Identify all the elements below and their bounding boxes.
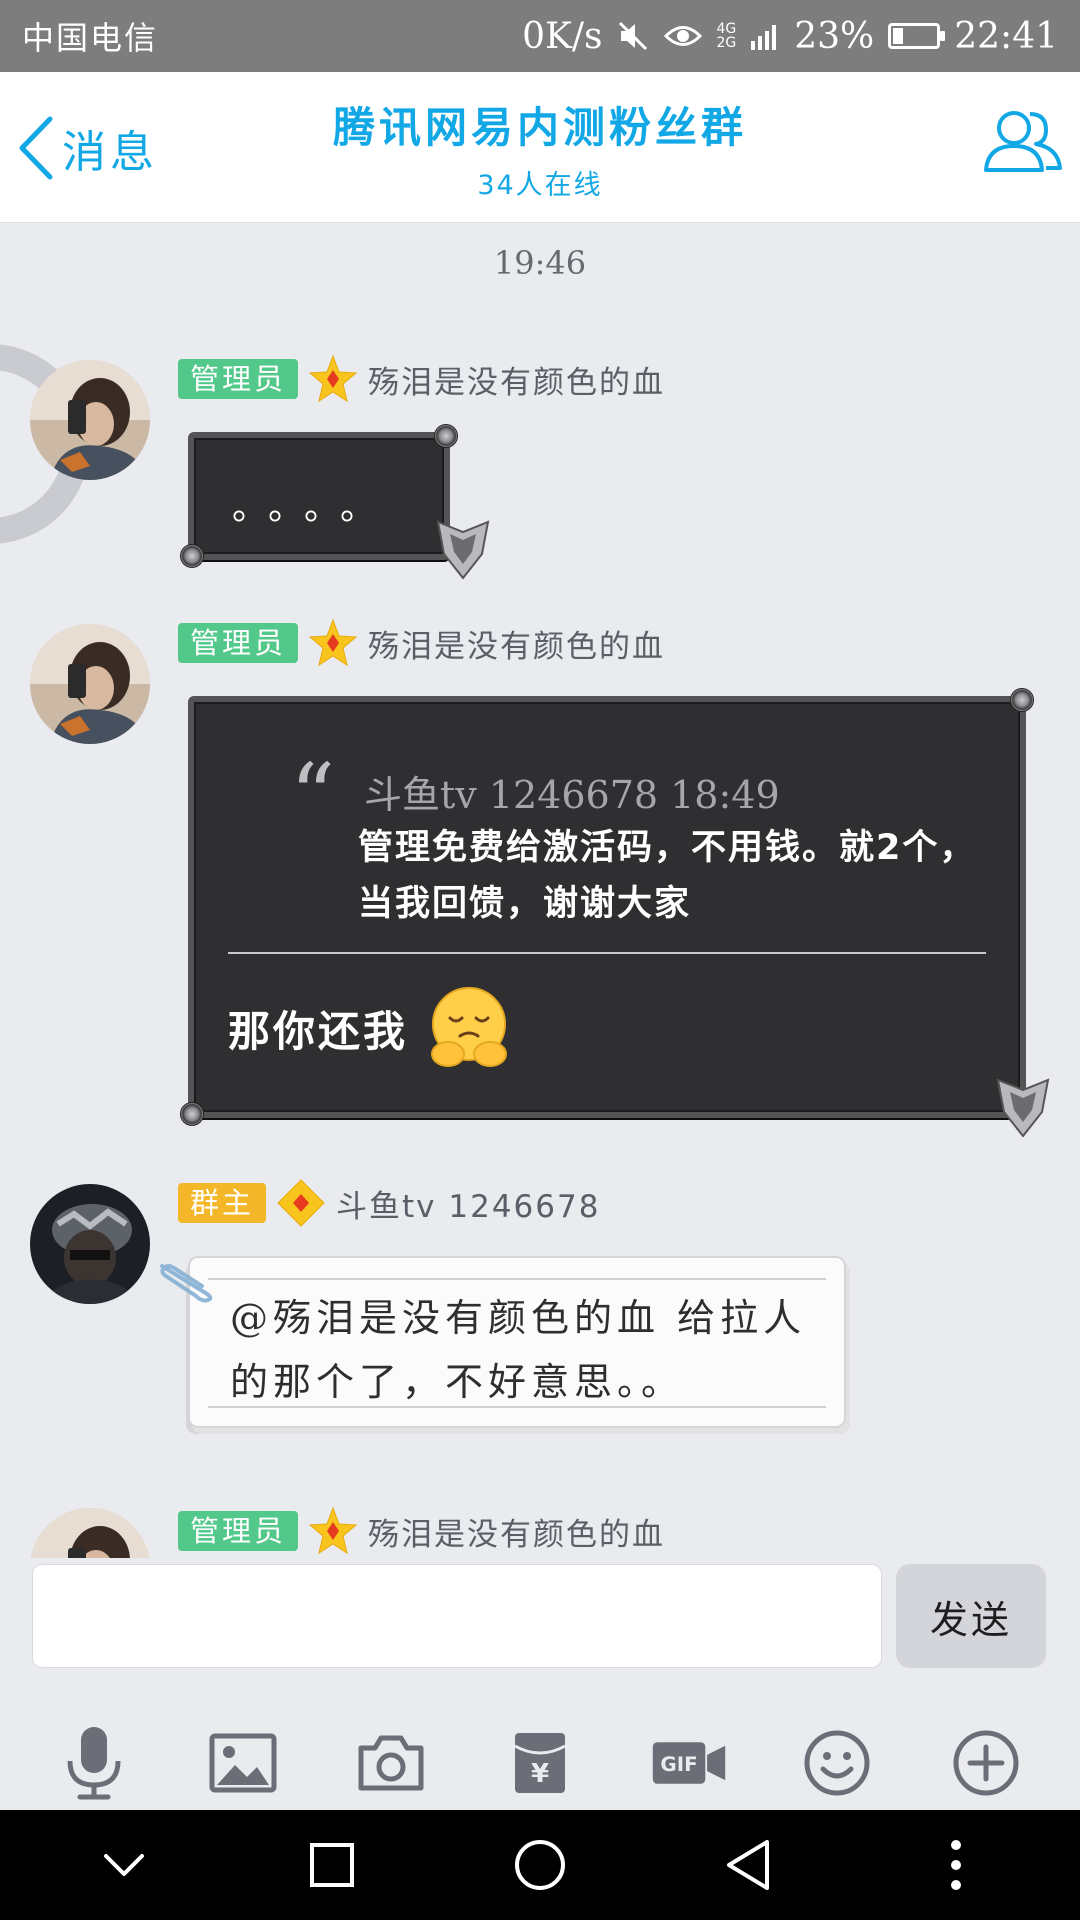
svg-text:¥: ¥ xyxy=(531,1759,549,1789)
back-icon xyxy=(727,1840,769,1890)
star-level-icon xyxy=(308,1506,358,1555)
image-icon xyxy=(209,1733,277,1793)
mute-icon xyxy=(616,19,650,53)
corner-rivet-icon xyxy=(180,544,204,568)
red-packet-button[interactable]: ¥ xyxy=(502,1725,578,1801)
sender-name: 殇泪是没有颜色的血 xyxy=(368,628,666,665)
message-header: 群主 斗鱼tv 1246678 xyxy=(178,1178,600,1228)
members-icon xyxy=(984,111,1062,172)
battery-percent: 23% xyxy=(794,15,875,57)
send-button[interactable]: 发送 xyxy=(896,1564,1046,1668)
gif-icon: GIF xyxy=(652,1742,725,1784)
quote-source: 斗鱼tv 1246678 18:49 xyxy=(364,773,780,817)
back-button[interactable]: 消息 xyxy=(14,108,158,188)
battery-icon: + xyxy=(888,20,946,49)
more-icon xyxy=(951,1840,961,1890)
decepticon-emblem-icon xyxy=(996,1078,1050,1138)
paper-line xyxy=(208,1278,826,1280)
admin-badge: 管理员 xyxy=(178,1511,299,1551)
admin-badge: 管理员 xyxy=(178,623,299,663)
divider xyxy=(228,952,986,954)
message-input[interactable] xyxy=(32,1564,882,1668)
sender-name: 殇泪是没有颜色的血 xyxy=(368,364,666,401)
corner-rivet-icon xyxy=(180,1102,204,1126)
signal-icon xyxy=(750,21,780,51)
quote-mark-icon: “ xyxy=(290,744,335,847)
red-packet-icon: ¥ xyxy=(514,1733,566,1793)
plus-icon xyxy=(953,1730,1019,1796)
chat-area[interactable]: 19:46 管理员 殇泪是没有颜色的血 。。。。 管理员 殇泪是没有颜色的血 “… xyxy=(0,222,1080,1558)
avatar[interactable] xyxy=(30,1508,150,1558)
admin-badge: 管理员 xyxy=(178,359,299,399)
microphone-icon xyxy=(67,1727,121,1800)
star-level-icon xyxy=(308,354,358,403)
carrier-label: 中国电信 xyxy=(22,19,159,57)
emoji-button[interactable] xyxy=(799,1725,875,1801)
home-button[interactable] xyxy=(500,1825,580,1905)
message-text: @殇泪是没有颜色的血 给拉人的那个了，不好意思。。 xyxy=(230,1296,807,1404)
camera-button[interactable] xyxy=(353,1725,429,1801)
status-bar: 中国电信 0K/s 4G 2G 23% + 22:41 xyxy=(0,0,1080,72)
image-button[interactable] xyxy=(205,1725,281,1801)
network-speed: 0K/s xyxy=(522,15,603,57)
reply-text: 那你还我 xyxy=(228,1007,409,1056)
paperclip-icon xyxy=(160,1264,213,1303)
message-text: 。。。。 xyxy=(232,487,395,528)
online-count: 34人在线 xyxy=(477,170,603,201)
input-toolbar: ¥ GIF xyxy=(0,1708,1080,1818)
recents-button[interactable] xyxy=(292,1825,372,1905)
voice-button[interactable] xyxy=(56,1725,132,1801)
message-header: 管理员 殇泪是没有颜色的血 xyxy=(178,618,665,668)
timestamp: 19:46 xyxy=(493,244,587,282)
eye-icon xyxy=(664,21,703,51)
sender-name: 斗鱼tv 1246678 xyxy=(336,1188,601,1225)
clock: 22:41 xyxy=(954,15,1058,57)
gif-button[interactable]: GIF xyxy=(651,1725,727,1801)
owner-avatar[interactable] xyxy=(30,1184,150,1304)
avatar[interactable] xyxy=(30,360,150,480)
decepticon-emblem-icon xyxy=(436,520,490,580)
network-type: 4G 2G xyxy=(716,21,737,51)
back-nav-button[interactable] xyxy=(708,1825,788,1905)
hide-keyboard-button[interactable] xyxy=(84,1825,164,1905)
message-bubble[interactable]: “ 斗鱼tv 1246678 18:49 管理免费给激活码，不用钱。就2个，当我… xyxy=(180,688,1050,1138)
title-block: 腾讯网易内测粉丝群 34人在线 xyxy=(200,94,880,202)
svg-text:GIF: GIF xyxy=(660,1753,697,1776)
owner-badge: 群主 xyxy=(178,1183,267,1223)
chat-header: 消息 腾讯网易内测粉丝群 34人在线 xyxy=(0,72,1080,223)
status-indicators: 0K/s 4G 2G 23% + 22:41 xyxy=(522,16,1058,57)
more-button[interactable] xyxy=(916,1825,996,1905)
chevron-down-icon xyxy=(104,1854,144,1876)
home-icon xyxy=(515,1840,565,1890)
group-title: 腾讯网易内测粉丝群 xyxy=(332,103,747,152)
members-button[interactable] xyxy=(980,100,1064,184)
paper-line xyxy=(208,1406,826,1408)
message-header: 管理员 殇泪是没有颜色的血 xyxy=(178,354,665,404)
input-area: 发送 ¥ GIF xyxy=(0,1558,1080,1848)
back-label: 消息 xyxy=(62,127,158,178)
sender-name: 殇泪是没有颜色的血 xyxy=(368,1516,666,1553)
star-level-icon xyxy=(308,618,358,667)
more-options-button[interactable] xyxy=(948,1725,1024,1801)
camera-icon xyxy=(358,1735,424,1791)
message-bubble[interactable]: @殇泪是没有颜色的血 给拉人的那个了，不好意思。。 xyxy=(188,1256,846,1428)
chevron-left-icon xyxy=(19,116,53,180)
corner-rivet-icon xyxy=(1010,688,1034,712)
hugging-face-emoji xyxy=(431,987,507,1067)
emoji-icon xyxy=(804,1730,870,1796)
message-header: 管理员 殇泪是没有颜色的血 xyxy=(178,1506,665,1556)
system-nav-bar xyxy=(0,1810,1080,1920)
diamond-level-icon xyxy=(277,1179,325,1227)
quote-text: 管理免费给激活码，不用钱。就2个，当我回馈，谢谢大家 xyxy=(358,828,977,924)
recents-icon xyxy=(310,1843,354,1887)
message-bubble[interactable]: 。。。。 xyxy=(180,424,490,580)
avatar[interactable] xyxy=(30,624,150,744)
corner-rivet-icon xyxy=(434,424,458,448)
